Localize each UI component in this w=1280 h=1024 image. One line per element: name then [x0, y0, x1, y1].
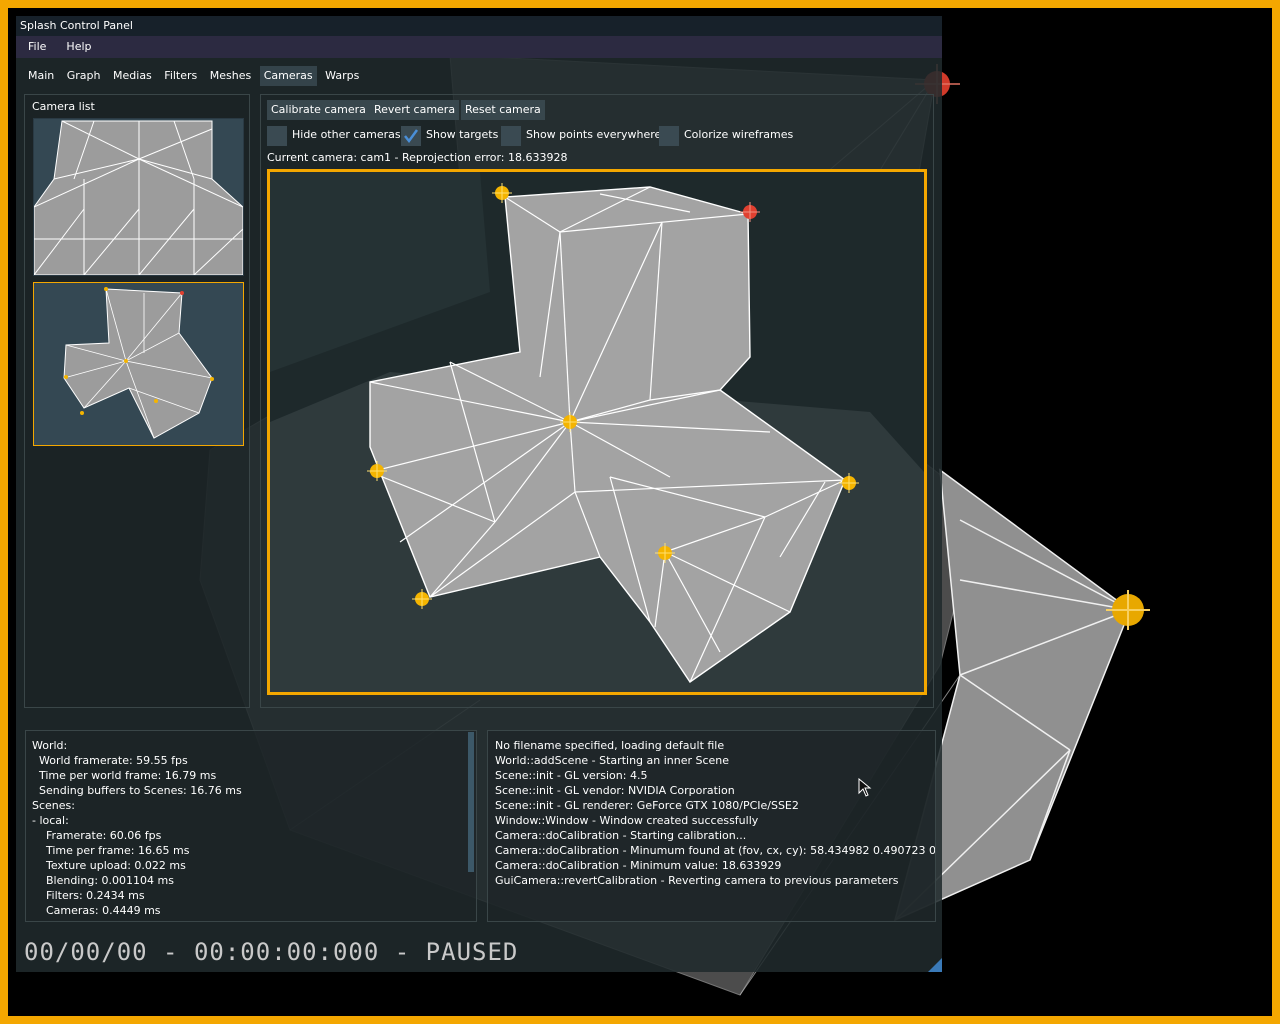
window-title[interactable]: Splash Control Panel	[16, 16, 942, 36]
stats-line: - local:	[32, 814, 69, 827]
camera-thumbnail-cam1[interactable]	[33, 282, 244, 446]
stats-line: Time per world frame: 16.79 ms	[32, 769, 217, 782]
camera-editor: Calibrate camera Revert camera Reset cam…	[260, 94, 934, 708]
revert-camera-button[interactable]: Revert camera	[370, 100, 460, 120]
stats-scrollbar[interactable]	[468, 732, 474, 872]
log-line: Camera::doCalibration - Minumum found at…	[495, 844, 936, 857]
log-line: GuiCamera::revertCalibration - Reverting…	[495, 874, 899, 887]
tab-medias[interactable]: Medias	[109, 66, 156, 86]
menu-bar: File Help	[16, 36, 942, 58]
stats-line: Cameras: 0.4449 ms	[32, 904, 161, 917]
tab-main[interactable]: Main	[24, 66, 58, 86]
camera-thumbnail-cam0[interactable]	[33, 118, 244, 276]
log-line: Camera::doCalibration - Starting calibra…	[495, 829, 747, 842]
timecode-display: 00/00/00 - 00:00:00:000 - PAUSED	[24, 938, 519, 966]
colorize-wireframes-checkbox[interactable]	[659, 126, 679, 146]
show-targets-checkbox[interactable]	[401, 126, 421, 146]
calibrate-camera-button[interactable]: Calibrate camera	[267, 100, 370, 120]
stats-line: Filters: 0.2434 ms	[32, 889, 145, 902]
stats-line: World:	[32, 739, 68, 752]
stats-line: Framerate: 60.06 fps	[32, 829, 162, 842]
stats-line: Sending buffers to Scenes: 16.76 ms	[32, 784, 242, 797]
tab-graph[interactable]: Graph	[63, 66, 105, 86]
tab-filters[interactable]: Filters	[160, 66, 201, 86]
mouse-cursor-icon	[858, 778, 872, 797]
log-line: Camera::doCalibration - Minimum value: 1…	[495, 859, 782, 872]
hide-other-cameras-label: Hide other cameras	[292, 128, 401, 141]
log-panel[interactable]: No filename specified, loading default f…	[487, 730, 936, 922]
camera-view-render	[270, 172, 924, 692]
menu-file[interactable]: File	[16, 36, 54, 58]
checkmark-icon	[404, 129, 419, 144]
current-camera-status: Current camera: cam1 - Reprojection erro…	[267, 151, 568, 164]
tab-warps[interactable]: Warps	[321, 66, 363, 86]
hide-other-cameras-checkbox[interactable]	[267, 126, 287, 146]
colorize-wireframes-label: Colorize wireframes	[684, 128, 794, 141]
tab-cameras[interactable]: Cameras	[259, 66, 317, 86]
resize-grip[interactable]	[928, 958, 942, 972]
stats-line: Blending: 0.001104 ms	[32, 874, 174, 887]
stats-line: World framerate: 59.55 fps	[32, 754, 188, 767]
show-points-everywhere-checkbox[interactable]	[501, 126, 521, 146]
camera-thumbnail-image	[34, 120, 243, 275]
control-panel: Splash Control Panel File Help Main Graph…	[16, 16, 942, 972]
show-targets-label: Show targets	[426, 128, 499, 141]
log-line: No filename specified, loading default f…	[495, 739, 725, 752]
camera-list-title: Camera list	[32, 100, 95, 113]
stats-line: Texture upload: 0.022 ms	[32, 859, 186, 872]
stats-line: Time per frame: 16.65 ms	[32, 844, 190, 857]
tab-bar: Main Graph Medias Filters Meshes Cameras…	[24, 66, 364, 86]
log-line: Scene::init - GL renderer: GeForce GTX 1…	[495, 799, 799, 812]
tab-meshes[interactable]: Meshes	[206, 66, 255, 86]
log-line: World::addScene - Starting an inner Scen…	[495, 754, 730, 767]
camera-thumbnail-image	[63, 287, 214, 439]
menu-help[interactable]: Help	[54, 36, 99, 58]
stats-panel[interactable]: World: World framerate: 59.55 fps Time p…	[25, 730, 477, 922]
stats-line: Scenes:	[32, 799, 75, 812]
camera-viewport[interactable]	[267, 169, 927, 695]
log-line: Window::Window - Window created successf…	[495, 814, 759, 827]
reset-camera-button[interactable]: Reset camera	[461, 100, 545, 120]
show-points-everywhere-label: Show points everywhere	[526, 128, 662, 141]
camera-list: Camera list	[24, 94, 250, 708]
